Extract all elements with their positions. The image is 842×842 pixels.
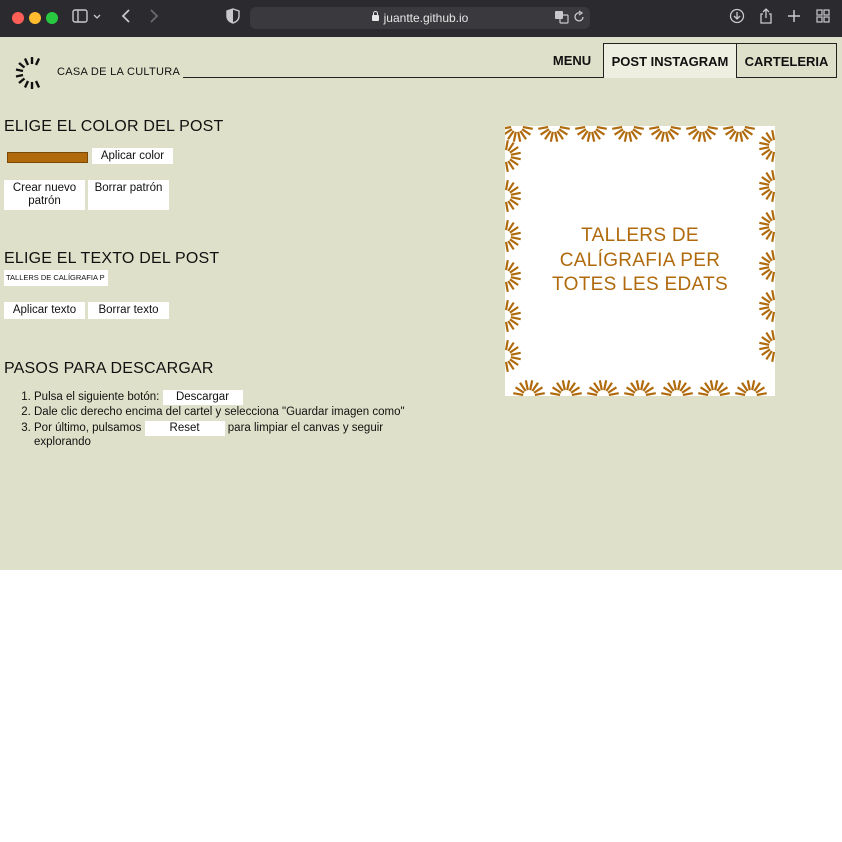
nav-post-instagram[interactable]: POST INSTAGRAM — [603, 43, 737, 78]
share-icon[interactable] — [759, 8, 773, 29]
poster-line-1: TALLERS DE — [581, 225, 699, 246]
color-heading: ELIGE EL COLOR DEL POST — [4, 118, 224, 135]
nav-carteleria[interactable]: CARTELERIA — [737, 43, 837, 78]
brand-name[interactable]: CASA DE LA CULTURA — [57, 66, 180, 78]
apply-color-button[interactable]: Aplicar color — [92, 148, 173, 164]
download-heading: PASOS PARA DESCARGAR — [4, 360, 214, 377]
sidebar-icon[interactable] — [72, 8, 88, 28]
reset-button[interactable]: Reset — [144, 420, 225, 436]
chevron-down-icon[interactable] — [92, 6, 102, 31]
poster-canvas[interactable]: TALLERS DE CALÍGRAFIA PER TOTES LES EDAT… — [505, 126, 775, 396]
browser-toolbar: juantte.github.io — [0, 0, 842, 37]
download-icon[interactable] — [729, 8, 745, 29]
close-window-button[interactable] — [12, 12, 24, 24]
new-tab-icon[interactable] — [787, 8, 801, 28]
nav-menu[interactable]: MENU — [541, 43, 603, 78]
minimize-window-button[interactable] — [29, 12, 41, 24]
lock-icon — [371, 11, 379, 21]
poster-line-2: CALÍGRAFIA PER — [559, 249, 721, 271]
delete-text-button[interactable]: Borrar texto — [88, 302, 169, 319]
url-text: juantte.github.io — [383, 11, 469, 25]
step-1: Pulsa el siguiente botón: Descargar — [34, 390, 434, 405]
download-steps: Pulsa el siguiente botón: Descargar Dale… — [18, 390, 434, 450]
back-icon[interactable] — [120, 8, 132, 29]
zoom-window-button[interactable] — [46, 12, 58, 24]
forward-icon[interactable] — [148, 8, 160, 29]
reload-icon[interactable] — [573, 10, 585, 29]
color-picker[interactable] — [7, 152, 88, 163]
new-pattern-button[interactable]: Crear nuevo patrón — [4, 180, 85, 210]
shield-icon[interactable] — [226, 8, 240, 29]
download-button[interactable]: Descargar — [162, 390, 243, 405]
step-3: Por último, pulsamos Reset para limpiar … — [34, 420, 434, 450]
poster-line-3: TOTES LES EDATS — [552, 274, 728, 295]
text-heading: ELIGE EL TEXTO DEL POST — [4, 250, 220, 267]
poster-text: TALLERS DE CALÍGRAFIA PER TOTES LES EDAT… — [505, 224, 775, 298]
delete-pattern-button[interactable]: Borrar patrón — [88, 180, 169, 210]
translate-icon[interactable] — [554, 10, 570, 29]
apply-text-button[interactable]: Aplicar texto — [4, 302, 85, 319]
step-2: Dale clic derecho encima del cartel y se… — [34, 406, 434, 420]
tab-overview-icon[interactable] — [816, 8, 830, 28]
address-bar[interactable]: juantte.github.io — [250, 7, 590, 29]
post-text-input[interactable]: TALLERS DE CALÍGRAFIA P — [4, 270, 108, 286]
logo-icon[interactable] — [14, 55, 50, 91]
